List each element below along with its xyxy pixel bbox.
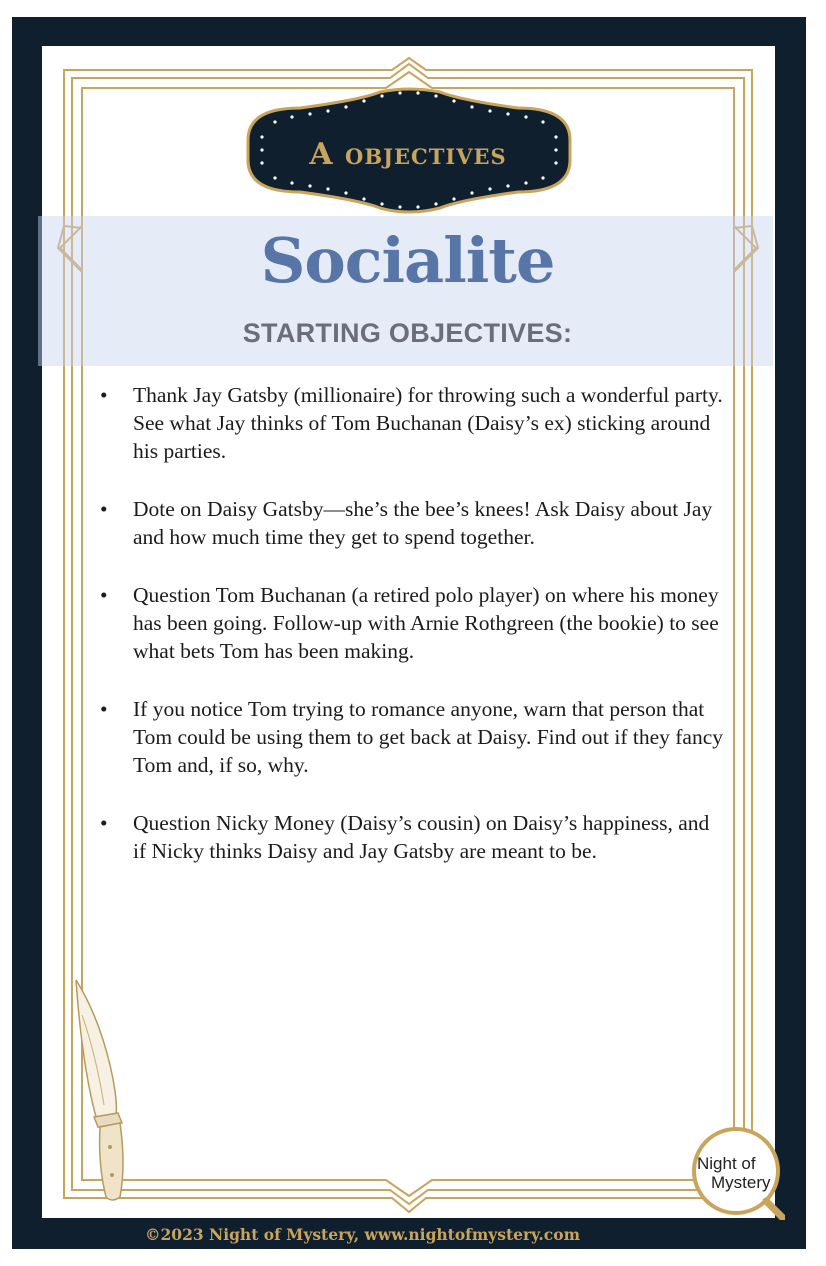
copyright-footer: ©2023 Night of Mystery, www.nightofmyste… xyxy=(145,1225,580,1244)
logo-line-2: Mystery xyxy=(711,1173,771,1192)
objective-item: • Dote on Daisy Gatsby—she’s the bee’s kn… xyxy=(96,495,726,551)
objective-item: • Question Nicky Money (Daisy’s cousin) o… xyxy=(96,809,726,865)
objective-text: Thank Jay Gatsby (millionaire) for throw… xyxy=(133,383,723,463)
objectives-heading: STARTING OBJECTIVES: xyxy=(242,318,573,348)
knife-icon xyxy=(75,979,124,1201)
bullet: • xyxy=(100,697,108,721)
objective-item: • If you notice Tom trying to romance any… xyxy=(96,695,726,779)
brand-logo-text: Night of Mystery xyxy=(693,1154,783,1192)
objective-text: Dote on Daisy Gatsby—she’s the bee’s kne… xyxy=(133,497,713,549)
objectives-list: • Thank Jay Gatsby (millionaire) for thro… xyxy=(96,381,726,895)
bullet: • xyxy=(100,811,108,835)
objective-item: • Question Tom Buchanan (a retired polo p… xyxy=(96,581,726,665)
objective-item: • Thank Jay Gatsby (millionaire) for thro… xyxy=(96,381,726,465)
bullet: • xyxy=(100,583,108,607)
logo-line-1: Night of xyxy=(697,1154,756,1173)
objective-text: Question Nicky Money (Daisy’s cousin) on… xyxy=(133,811,710,863)
bullet: • xyxy=(100,383,108,407)
role-title: Socialite xyxy=(260,224,556,297)
badge-label: A objectives xyxy=(309,137,507,172)
objective-text: Question Tom Buchanan (a retired polo pl… xyxy=(133,583,719,663)
bullet: • xyxy=(100,497,108,521)
objective-text: If you notice Tom trying to romance anyo… xyxy=(133,697,724,777)
